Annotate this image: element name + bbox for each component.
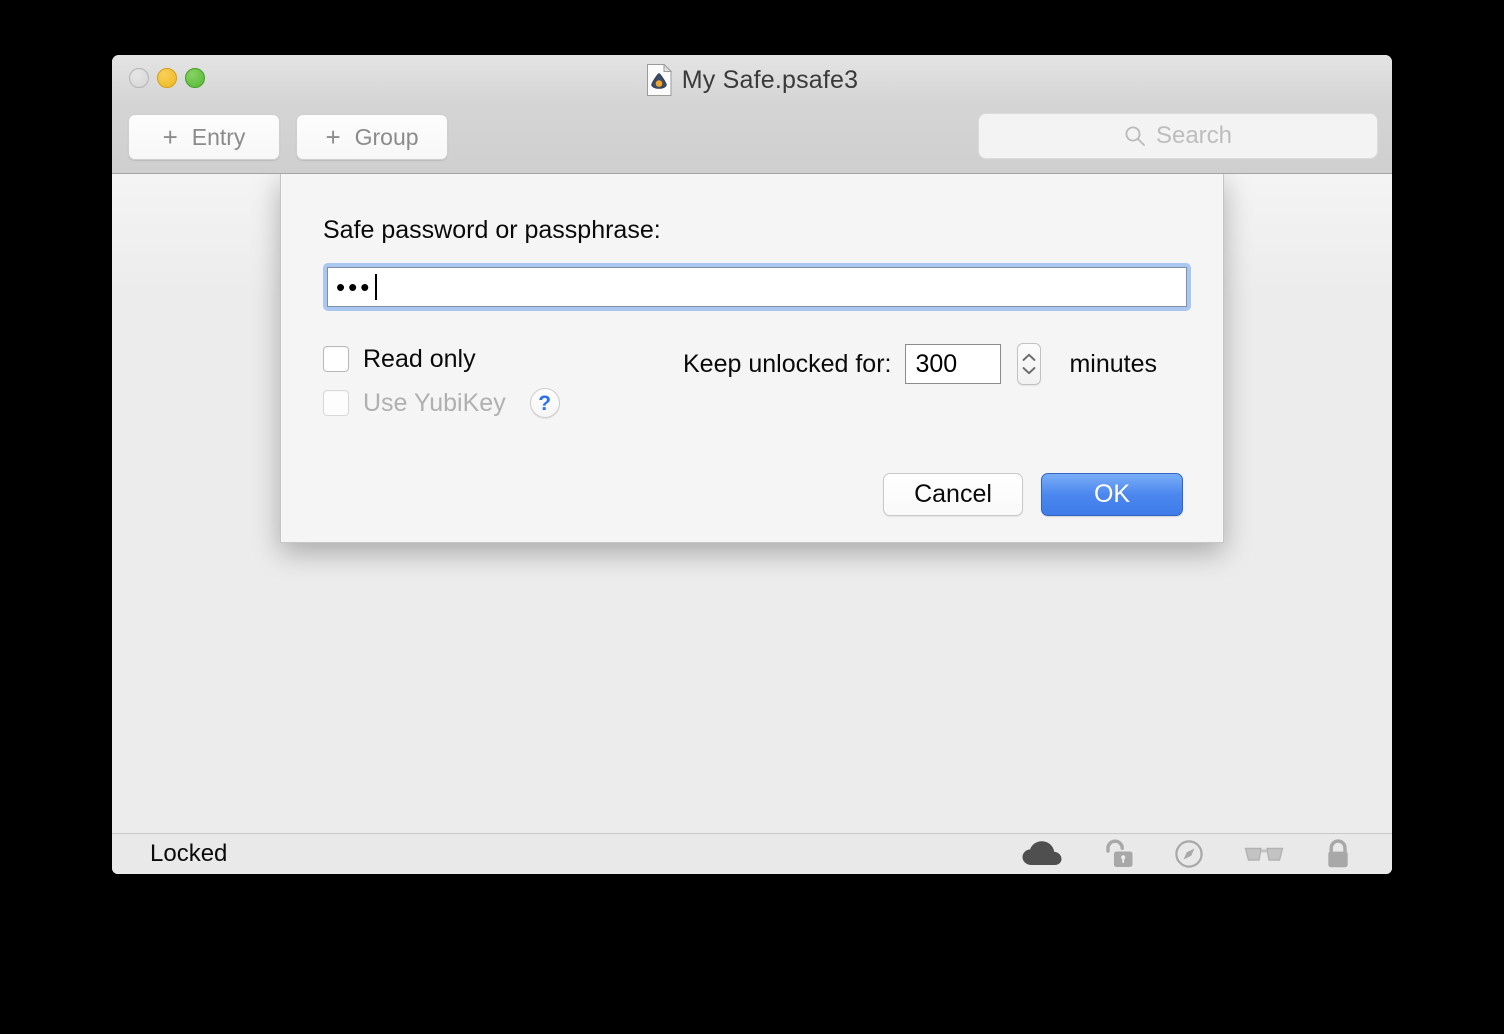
read-only-checkbox[interactable] [323,346,349,372]
password-field-label: Safe password or passphrase: [323,216,661,244]
window-statusbar: Locked [112,833,1392,874]
window-title: My Safe.psafe3 [681,65,859,94]
minutes-unit-label: minutes [1069,349,1158,378]
keep-unlocked-value: 300 [915,349,958,378]
cloud-icon[interactable] [1022,840,1062,868]
password-focus-ring: ••• [323,263,1191,311]
use-yubikey-label: Use YubiKey [363,388,506,417]
keep-unlocked-stepper[interactable] [1017,343,1042,385]
question-mark-icon: ? [538,391,552,415]
status-badge: Locked [150,840,228,867]
psafe-document-icon [646,64,672,96]
window-titlebar: My Safe.psafe3 [112,55,1392,101]
use-yubikey-row: Use YubiKey ? [323,381,683,425]
locked-padlock-icon[interactable] [1324,839,1352,869]
sheet-button-row: Cancel OK [883,473,1183,516]
unlocked-padlock-icon[interactable] [1102,839,1134,869]
password-input[interactable]: ••• [327,267,1187,307]
add-entry-label: Entry [191,123,246,150]
chevron-down-icon[interactable] [1022,366,1036,375]
sheet-options-row: Read only Use YubiKey ? Keep unlocked fo… [323,337,1183,425]
search-placeholder: Search [1155,122,1233,149]
main-content-area: Safe password or passphrase: ••• Read on… [112,174,1392,833]
search-icon [1125,126,1145,146]
unlock-sheet-dialog: Safe password or passphrase: ••• Read on… [280,174,1224,543]
compass-icon[interactable] [1174,839,1204,869]
search-input[interactable]: Search [978,113,1378,159]
plus-icon: + [325,122,341,152]
statusbar-icons [1022,834,1352,874]
read-only-label: Read only [363,344,476,373]
plus-icon: + [162,122,178,152]
keep-unlocked-label: Keep unlocked for: [683,349,892,378]
read-only-row[interactable]: Read only [323,337,683,381]
window-title-area: My Safe.psafe3 [112,64,1392,96]
yubikey-help-button[interactable]: ? [529,388,560,418]
text-caret [375,274,378,300]
add-group-label: Group [354,123,419,150]
keep-unlocked-row: Keep unlocked for: 300 minutes [683,337,1157,385]
password-masked-value: ••• [336,272,373,302]
checkbox-column: Read only Use YubiKey ? [323,337,683,425]
add-entry-button[interactable]: + Entry [128,114,280,160]
ok-button[interactable]: OK [1041,473,1183,516]
window-toolbar: + Entry + Group Search [112,101,1392,174]
glasses-icon[interactable] [1244,843,1284,865]
keep-unlocked-input[interactable]: 300 [905,344,1002,384]
use-yubikey-checkbox [323,390,349,416]
chevron-up-icon[interactable] [1022,353,1036,362]
app-window: My Safe.psafe3 + Entry + Group Search Sa… [112,55,1392,874]
add-group-button[interactable]: + Group [296,114,448,160]
cancel-button[interactable]: Cancel [883,473,1023,516]
